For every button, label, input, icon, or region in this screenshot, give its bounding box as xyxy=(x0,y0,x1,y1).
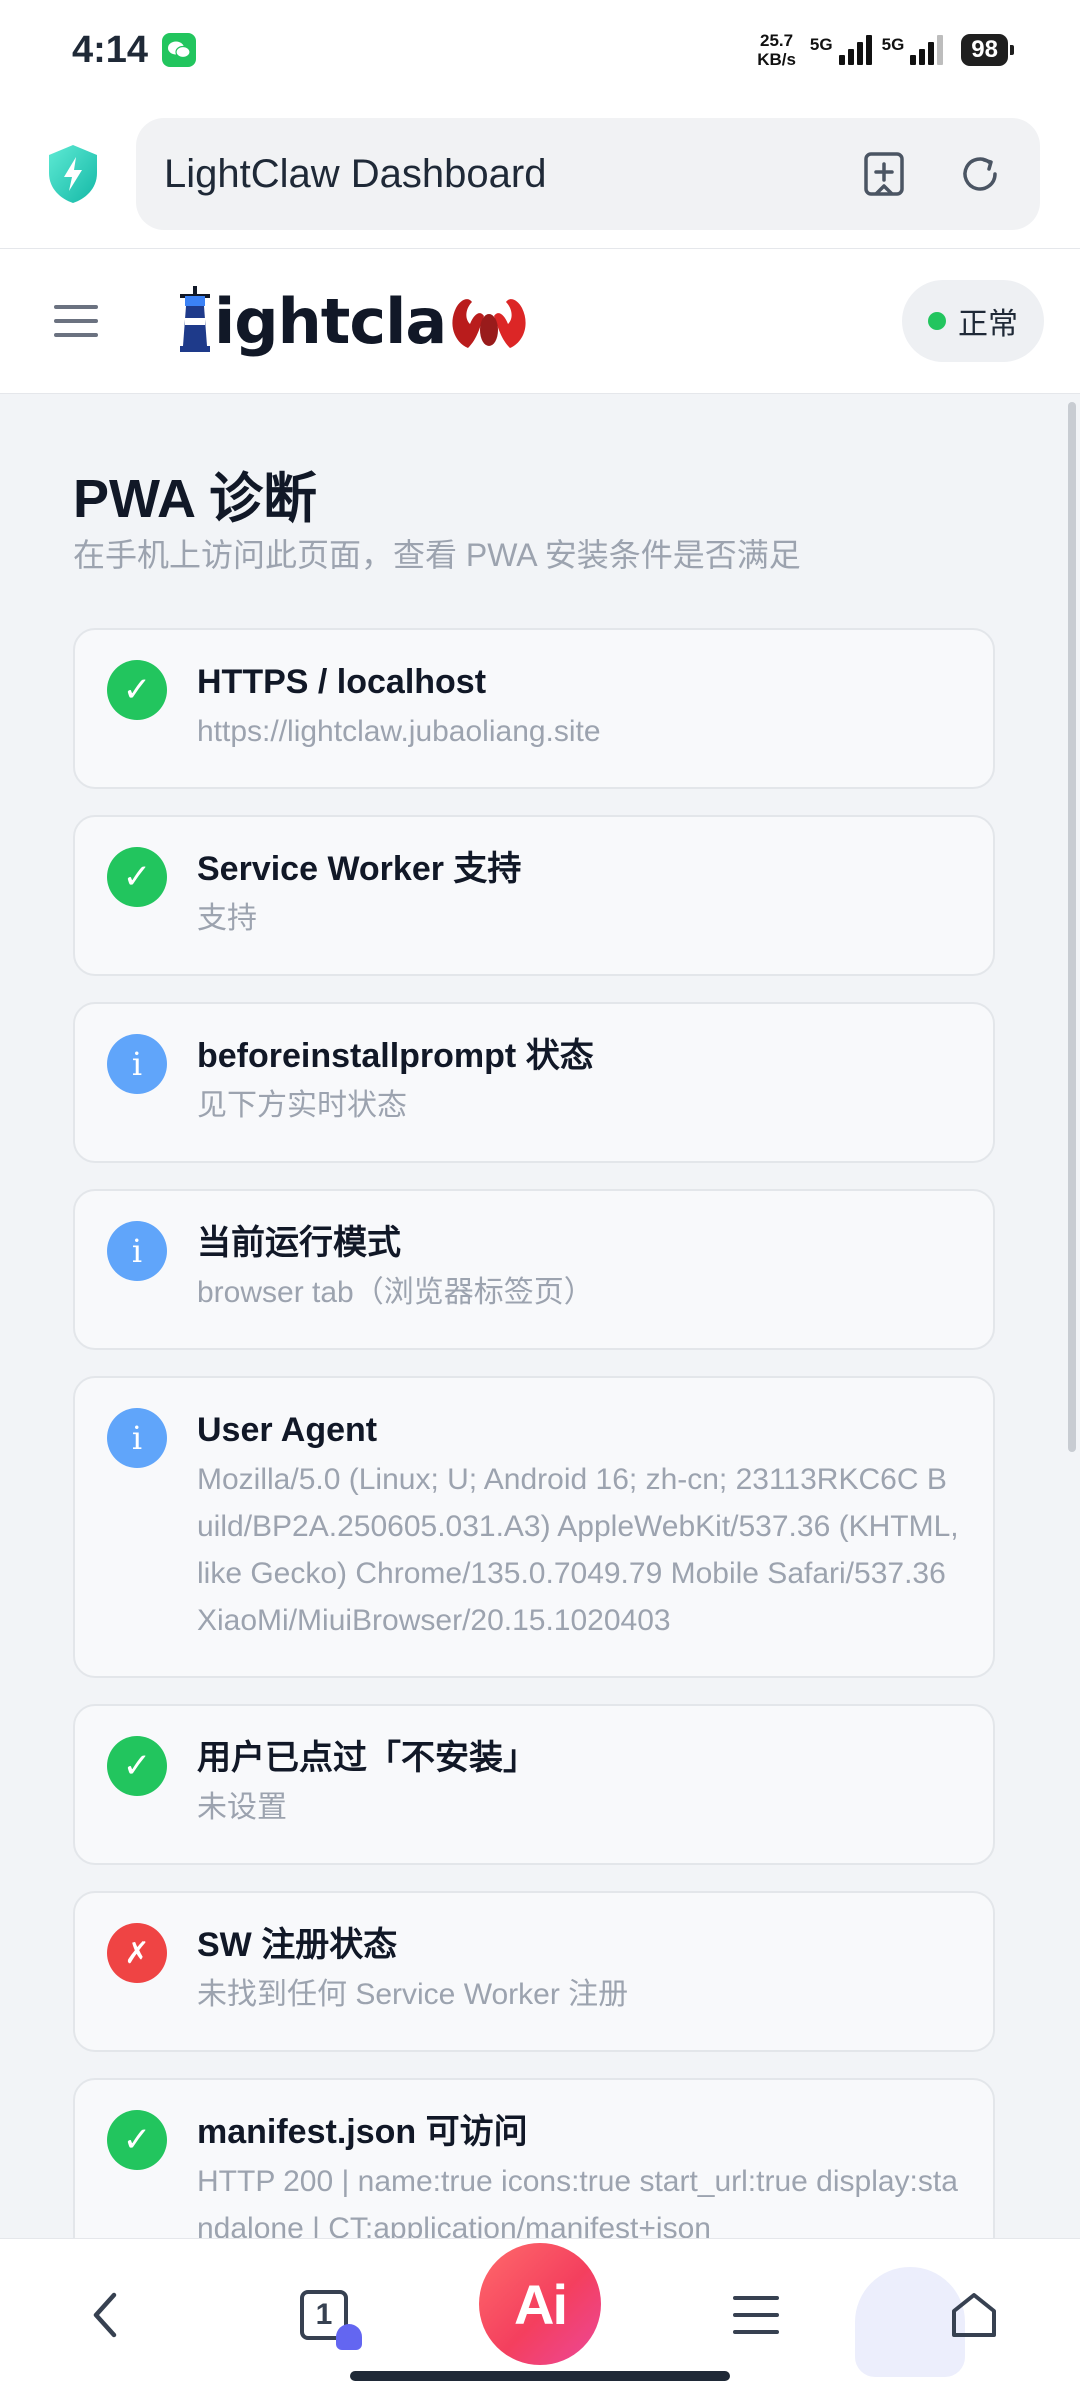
check-title: beforeinstallprompt 状态 xyxy=(197,1037,594,1075)
network-speed-unit: KB/s xyxy=(757,50,796,69)
logo-text: ightcla xyxy=(214,284,447,358)
check-detail: HTTP 200 | name:true icons:true start_ur… xyxy=(197,2165,958,2238)
incognito-ghost-icon xyxy=(336,2324,362,2350)
check-title: HTTPS / localhost xyxy=(197,663,487,701)
claw-icon xyxy=(446,284,532,359)
check-card-sw-registration: ✗ SW 注册状态 未找到任何 Service Worker 注册 xyxy=(73,1891,995,2052)
status-chip-label: 正常 xyxy=(958,308,1018,341)
home-indicator[interactable] xyxy=(350,2371,730,2381)
battery-level: 98 xyxy=(971,36,998,63)
check-detail: Mozilla/5.0 (Linux; U; Android 16; zh-cn… xyxy=(197,1463,959,1637)
system-status-chip[interactable]: 正常 xyxy=(902,280,1044,362)
browser-toolbar: LightClaw Dashboard xyxy=(0,100,1080,248)
check-card-https: ✓ HTTPS / localhost https://lightclaw.ju… xyxy=(73,628,995,789)
check-title: SW 注册状态 xyxy=(197,1926,398,1964)
check-fail-icon: ✗ xyxy=(107,1923,167,1983)
check-detail: 支持 xyxy=(197,902,257,935)
sim2-label: 5G xyxy=(881,35,905,54)
check-detail: 未找到任何 Service Worker 注册 xyxy=(197,1978,629,2011)
page-subtitle: 在手机上访问此页面，查看 PWA 安装条件是否满足 xyxy=(73,537,801,573)
check-title: Service Worker 支持 xyxy=(197,850,522,888)
check-pass-icon: ✓ xyxy=(107,660,167,720)
status-bar: 4:14 25.7 KB/s 5G 5G 98 xyxy=(0,0,1080,100)
app-header: ightcla 正常 xyxy=(0,248,1080,394)
ai-assistant-button[interactable]: Ai xyxy=(479,2243,601,2365)
main-content[interactable]: PWA 诊断 在手机上访问此页面，查看 PWA 安装条件是否满足 ✓ HTTPS… xyxy=(0,394,1080,2238)
status-indicators: 25.7 KB/s 5G 5G 98 xyxy=(757,31,1014,69)
screen: 4:14 25.7 KB/s 5G 5G 98 LightClaw Dashbo… xyxy=(0,0,1080,2400)
info-icon: i xyxy=(107,1221,167,1281)
check-title: manifest.json 可访问 xyxy=(197,2113,528,2151)
address-title[interactable]: LightClaw Dashboard xyxy=(164,152,820,197)
battery-icon: 98 xyxy=(961,34,1014,66)
check-detail: 未设置 xyxy=(197,1791,287,1824)
check-pass-icon: ✓ xyxy=(107,1736,167,1796)
check-card-manifest: ✓ manifest.json 可访问 HTTP 200 | name:true… xyxy=(73,2078,995,2238)
home-icon[interactable] xyxy=(926,2267,1022,2363)
network-speed-value: 25.7 xyxy=(760,31,794,50)
check-list: ✓ HTTPS / localhost https://lightclaw.ju… xyxy=(73,628,995,2238)
check-card-beforeinstallprompt: i beforeinstallprompt 状态 见下方实时状态 xyxy=(73,1002,995,1163)
signal-icon: 5G xyxy=(882,35,944,65)
check-detail: 见下方实时状态 xyxy=(197,1089,407,1122)
check-pass-icon: ✓ xyxy=(107,847,167,907)
wechat-icon xyxy=(162,33,197,67)
menu-icon[interactable] xyxy=(708,2267,804,2363)
refresh-icon[interactable] xyxy=(948,142,1012,206)
info-icon: i xyxy=(107,1034,167,1094)
add-bookmark-icon[interactable] xyxy=(852,142,916,206)
check-card-user-agent: i User Agent Mozilla/5.0 (Linux; U; Andr… xyxy=(73,1376,995,1678)
check-card-run-mode: i 当前运行模式 browser tab（浏览器标签页） xyxy=(73,1189,995,1350)
check-detail: browser tab（浏览器标签页） xyxy=(197,1276,594,1309)
lighthouse-icon xyxy=(176,284,214,359)
tabs-icon[interactable]: 1 xyxy=(276,2267,372,2363)
ai-label: Ai xyxy=(514,2272,568,2336)
shield-bolt-icon[interactable] xyxy=(36,137,110,211)
network-speed: 25.7 KB/s xyxy=(757,31,796,69)
check-title: 当前运行模式 xyxy=(197,1224,401,1262)
tab-count: 1 xyxy=(315,2298,333,2331)
page-title: PWA 诊断 xyxy=(73,469,318,529)
sim1-label: 5G xyxy=(809,35,833,54)
signal-icon: 5G xyxy=(810,35,872,65)
status-time: 4:14 xyxy=(72,28,149,71)
check-detail: https://lightclaw.jubaoliang.site xyxy=(197,715,601,748)
back-icon[interactable] xyxy=(58,2267,154,2363)
lightclaw-logo[interactable]: ightcla xyxy=(176,276,532,366)
hamburger-menu-icon[interactable] xyxy=(36,281,116,361)
check-pass-icon: ✓ xyxy=(107,2110,167,2170)
scrollbar[interactable] xyxy=(1068,402,1076,1452)
check-card-service-worker-support: ✓ Service Worker 支持 支持 xyxy=(73,815,995,976)
address-bar[interactable]: LightClaw Dashboard xyxy=(136,118,1040,230)
check-title: User Agent xyxy=(197,1411,378,1449)
status-dot-icon xyxy=(928,312,946,330)
check-title: 用户已点过「不安装」 xyxy=(197,1739,537,1777)
check-card-dismissed: ✓ 用户已点过「不安装」 未设置 xyxy=(73,1704,995,1865)
info-icon: i xyxy=(107,1408,167,1468)
